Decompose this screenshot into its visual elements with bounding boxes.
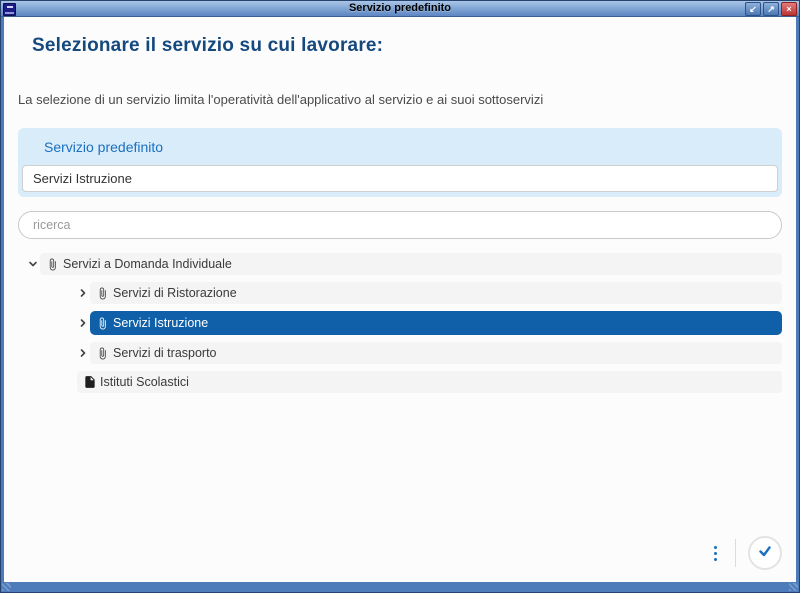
title-bar[interactable]: Servizio predefinito ↙ ↗ × [1, 1, 799, 17]
close-button[interactable]: × [781, 2, 797, 16]
paperclip-icon [95, 286, 110, 301]
tree-row-surface[interactable]: Servizi di Ristorazione [90, 282, 782, 304]
tree-row-surface[interactable]: Istituti Scolastici [77, 371, 782, 393]
tree-item-label: Servizi di trasporto [113, 346, 217, 360]
default-service-field[interactable] [22, 165, 778, 192]
chevron-right-icon[interactable] [76, 316, 90, 330]
tree-row-surface[interactable]: Servizi di trasporto [90, 342, 782, 364]
paperclip-icon [95, 316, 110, 331]
tree-item[interactable]: Servizi Istruzione [76, 311, 782, 335]
resize-grip[interactable] [789, 583, 798, 591]
page-description: La selezione di un servizio limita l'ope… [18, 92, 544, 107]
chevron-right-icon[interactable] [76, 286, 90, 300]
maximize-button[interactable]: ↗ [763, 2, 779, 16]
chevron-down-icon[interactable] [26, 257, 40, 271]
arrow-down-left-icon: ↙ [749, 3, 757, 14]
tree-item-label: Servizi di Ristorazione [113, 286, 237, 300]
default-service-label: Servizio predefinito [44, 139, 164, 155]
more-options-icon[interactable] [708, 540, 723, 567]
search-input[interactable] [18, 211, 782, 239]
minimize-button[interactable]: ↙ [745, 2, 761, 16]
tree-item[interactable]: Servizi di Ristorazione [76, 282, 782, 304]
tree-row-surface[interactable]: Servizi Istruzione [90, 311, 782, 335]
document-icon [82, 375, 97, 390]
close-icon: × [786, 3, 792, 14]
footer-divider [735, 539, 736, 567]
resize-grip[interactable] [2, 583, 11, 591]
dialog-window: Servizio predefinito ↙ ↗ × Selezionare i… [0, 0, 800, 593]
tree-row-surface[interactable]: Servizi a Domanda Individuale [40, 253, 782, 275]
tree-item[interactable]: Servizi di trasporto [76, 342, 782, 364]
service-tree: Servizi a Domanda Individuale Servizi di … [18, 253, 782, 393]
paperclip-icon [45, 257, 60, 272]
tree-item-label: Servizi a Domanda Individuale [63, 257, 232, 271]
page-title: Selezionare il servizio su cui lavorare: [32, 35, 384, 56]
arrow-up-right-icon: ↗ [767, 3, 775, 14]
tree-item-label: Istituti Scolastici [100, 375, 189, 389]
dialog-content: Selezionare il servizio su cui lavorare:… [4, 17, 796, 582]
default-service-panel: Servizio predefinito [18, 128, 782, 197]
confirm-button[interactable] [748, 536, 782, 570]
tree-item[interactable]: Istituti Scolastici [77, 371, 782, 393]
tree-item-label: Servizi Istruzione [113, 316, 209, 330]
tree-item[interactable]: Servizi a Domanda Individuale [26, 253, 782, 275]
paperclip-icon [95, 346, 110, 361]
check-icon [756, 542, 774, 565]
chevron-right-icon[interactable] [76, 346, 90, 360]
window-title: Servizio predefinito [348, 2, 452, 14]
footer-actions [708, 536, 782, 570]
